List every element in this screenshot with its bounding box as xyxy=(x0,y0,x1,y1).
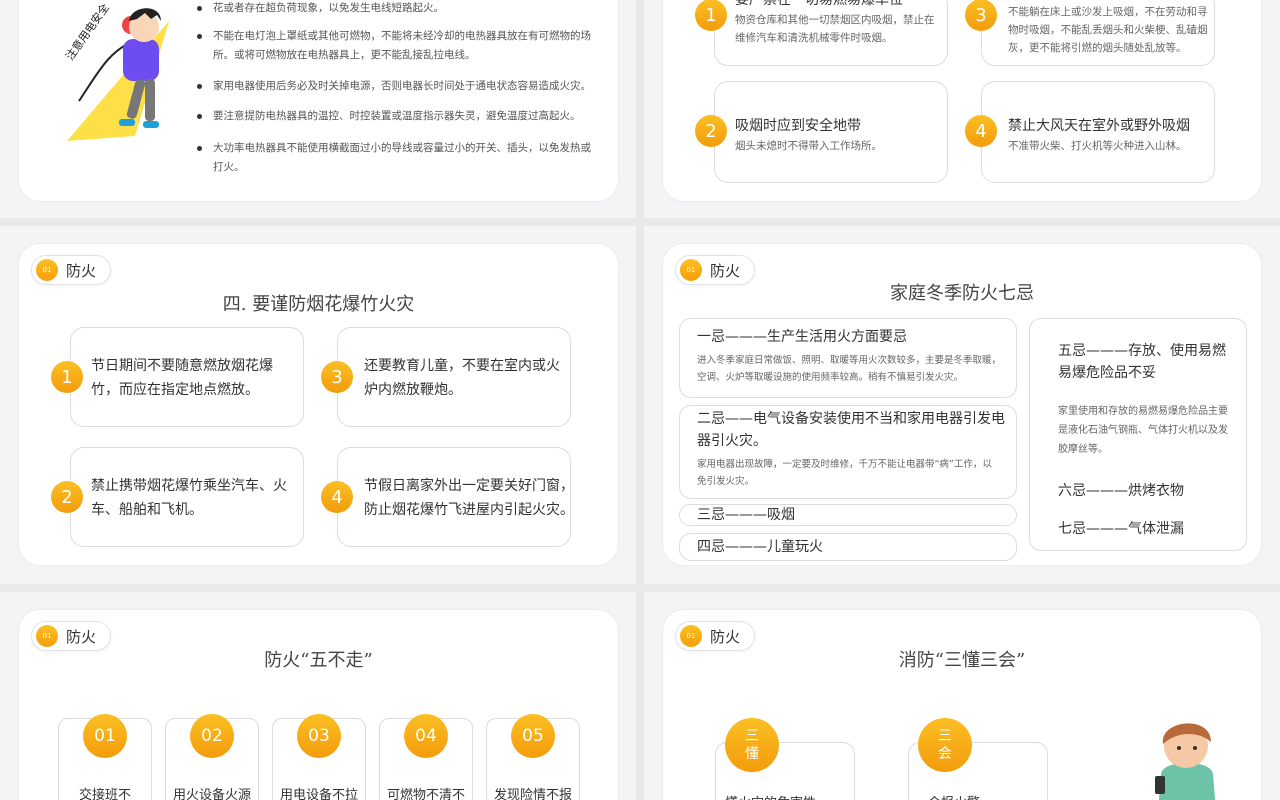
tag-number: 01 xyxy=(36,259,58,281)
step-number-3: 03 xyxy=(297,714,341,758)
tag-label: 防火 xyxy=(710,261,741,280)
item-number-3: 3 xyxy=(965,0,997,31)
item-number-1: 1 xyxy=(51,361,83,393)
slide-fireworks-safety: 01 防火 四. 要谨防烟花爆竹火灾 1 节日期间不要随意燃放烟花爆竹，而应在指… xyxy=(0,226,636,584)
taboo-desc-2: 家用电器出现故障，一定要及时维修，千万不能让电器带“病”工作，以免引发火灾。 xyxy=(697,459,992,487)
item-number-1: 1 xyxy=(695,0,727,31)
person-with-phone-illustration xyxy=(1155,723,1216,800)
slide-title: 消防“三懂三会” xyxy=(898,650,1026,671)
can-circle-top: 三 xyxy=(938,728,952,744)
content-card: 01 防火 防火“五不走” 01 交接班不 02 用火设备火源 03 用电设备不… xyxy=(18,609,619,800)
tag-label: 防火 xyxy=(66,261,97,280)
taboo-title-6: 六忌———烘烤衣物 xyxy=(1058,483,1184,499)
taboo-desc-5: 家里使用和存放的易燃易爆危险品主要是液化石油气钢瓶、气体打火机以及发胶摩丝等。 xyxy=(1058,406,1228,455)
tag-label: 防火 xyxy=(66,627,97,646)
item-text-4: 节假日离家外出一定要关好门窗，防止烟花爆竹飞进屋内引起火灾。 xyxy=(364,478,574,518)
item-text-1: 节日期间不要随意燃放烟花爆竹，而应在指定地点燃放。 xyxy=(91,358,273,398)
step-number-1: 01 xyxy=(83,714,127,758)
item-title-4: 禁止大风天在室外或野外吸烟 xyxy=(1008,118,1190,134)
tag-number: 01 xyxy=(680,259,702,281)
know-circle: 三 懂 xyxy=(725,718,779,772)
slide-smoking-safety: 1 要严禁在一切易燃易爆单位 物资仓库和其他一切禁烟区内吸烟，禁止在维修汽车和清… xyxy=(644,0,1280,218)
can-circle: 三 会 xyxy=(918,718,972,772)
item-desc-2: 烟头未熄时不得带入工作场所。 xyxy=(735,140,882,152)
item-number-2: 2 xyxy=(51,481,83,513)
item-number-2: 2 xyxy=(695,115,727,147)
item-desc-3: 不能躺在床上或沙发上吸烟，不在劳动和寻物时吸烟，不能乱丢烟头和火柴梗、乱磕烟灰，… xyxy=(1008,6,1208,54)
can-text: 会报火警 xyxy=(928,792,980,800)
tag-label: 防火 xyxy=(710,627,741,646)
slide-winter-fire-taboos: 01 防火 家庭冬季防火七忌 一忌———生产生活用火方面要忌 进入冬季家庭日常做… xyxy=(644,226,1280,584)
list-item: 不能在电灯泡上罩纸或其他可燃物，不能将未经冷却的电热器具放在有可燃物的场所。或将… xyxy=(197,27,597,65)
item-number-4: 4 xyxy=(321,481,353,513)
item-text-2: 禁止携带烟花爆竹乘坐汽车、火车、船舶和飞机。 xyxy=(91,478,287,518)
slide-title: 防火“五不走” xyxy=(264,650,373,671)
content-card: 01 防火 消防“三懂三会” 三 懂 懂火灾的危害性 三 会 会报火警 xyxy=(662,609,1262,800)
taboo-title-7: 七忌———气体泄漏 xyxy=(1058,521,1184,537)
taboo-title-3: 三忌———吸烟 xyxy=(697,507,795,523)
section-tag: 01 防火 xyxy=(31,255,112,285)
know-circle-top: 三 xyxy=(745,728,759,744)
content-card: 01 防火 四. 要谨防烟花爆竹火灾 1 节日期间不要随意燃放烟花爆竹，而应在指… xyxy=(18,243,619,566)
tag-number: 01 xyxy=(36,625,58,647)
list-item: 家用电器使用后务必及时关掉电源，否则电器长时间处于通电状态容易造成火灾。 xyxy=(197,77,597,96)
know-circle-bottom: 懂 xyxy=(745,746,759,762)
slide-three-know-three-can: 01 防火 消防“三懂三会” 三 懂 懂火灾的危害性 三 会 会报火警 xyxy=(644,592,1280,800)
step-text-4: 可燃物不清不 xyxy=(386,788,465,800)
list-item: 要注意提防电热器具的温控、时控装置或温度指示器失灵，避免温度过高起火。 xyxy=(197,107,597,126)
tag-number: 01 xyxy=(680,625,702,647)
step-number-4: 04 xyxy=(404,714,448,758)
content-card: 注意用电安全 花或者存在超负荷现象，以免发生电线短路起火。 不能在电灯泡上罩纸或… xyxy=(18,0,619,202)
item-number-3: 3 xyxy=(321,361,353,393)
step-text-1: 交接班不 xyxy=(78,788,131,800)
taboo-desc-1: 进入冬季家庭日常做饭、照明、取暖等用火次数较多，主要是冬季取暖，空调、火炉等取暖… xyxy=(697,355,1002,383)
content-card: 1 要严禁在一切易燃易爆单位 物资仓库和其他一切禁烟区内吸烟，禁止在维修汽车和清… xyxy=(662,0,1262,202)
taboo-title-1: 一忌———生产生活用火方面要忌 xyxy=(697,329,907,345)
know-text: 懂火灾的危害性 xyxy=(725,792,816,800)
item-number-4: 4 xyxy=(965,115,997,147)
slide-title: 家庭冬季防火七忌 xyxy=(890,283,1034,304)
item-desc-4: 不准带火柴、打火机等火种进入山林。 xyxy=(1008,140,1187,152)
item-desc-1: 物资仓库和其他一切禁烟区内吸烟，禁止在维修汽车和清洗机械零件时吸烟。 xyxy=(735,14,935,44)
can-circle-bottom: 会 xyxy=(938,746,952,762)
item-title-2: 吸烟时应到安全地带 xyxy=(735,118,861,134)
step-text-2: 用火设备火源 xyxy=(172,788,251,800)
slide-title: 四. 要谨防烟花爆竹火灾 xyxy=(222,294,415,315)
taboo-title-4: 四忌———儿童玩火 xyxy=(697,539,823,555)
content-card: 01 防火 家庭冬季防火七忌 一忌———生产生活用火方面要忌 进入冬季家庭日常做… xyxy=(662,243,1262,566)
step-number-2: 02 xyxy=(190,714,234,758)
step-number-5: 05 xyxy=(511,714,555,758)
electric-person-illustration: 注意用电安全 xyxy=(63,1,169,141)
list-item: 花或者存在超负荷现象，以免发生电线短路起火。 xyxy=(197,0,597,18)
taboo-title-2: 二忌——电气设备安装使用不当和家用电器引发电器引火灾。 xyxy=(697,411,1005,449)
step-text-3: 用电设备不拉 xyxy=(279,788,358,800)
list-item: 大功率电热器具不能使用横截面过小的导线或容量过小的开关、插头，以免发热或打火。 xyxy=(197,139,597,177)
slide-electric-safety: 注意用电安全 花或者存在超负荷现象，以免发生电线短路起火。 不能在电灯泡上罩纸或… xyxy=(0,0,636,218)
step-text-5: 发现险情不报 xyxy=(493,788,572,800)
item-title-1: 要严禁在一切易燃易爆单位 xyxy=(735,0,903,8)
badge-text: 注意用电安全 xyxy=(63,1,112,63)
item-text-3: 还要教育儿童，不要在室内或火炉内燃放鞭炮。 xyxy=(364,358,560,398)
slide-five-dont-leave: 01 防火 防火“五不走” 01 交接班不 02 用火设备火源 03 用电设备不… xyxy=(0,592,636,800)
taboo-title-5: 五忌———存放、使用易燃易爆危险品不妥 xyxy=(1058,343,1226,381)
